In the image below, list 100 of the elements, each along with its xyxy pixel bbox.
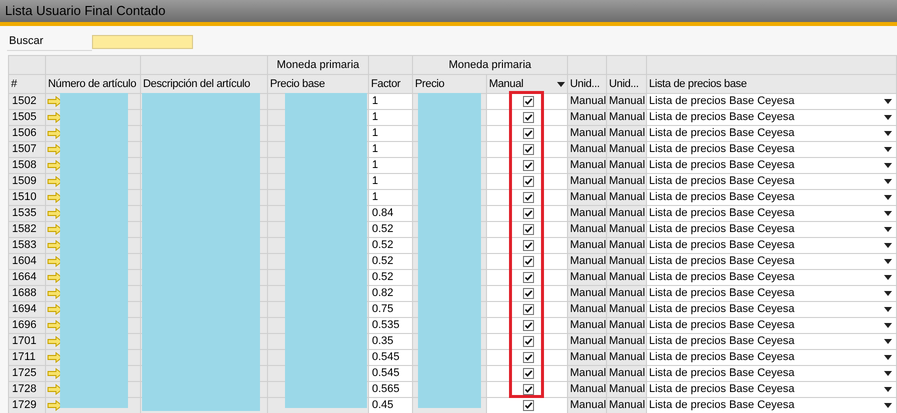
dropdown-caret-icon[interactable] <box>884 307 892 312</box>
row-number: 1583 <box>9 238 46 254</box>
price-list-dropdown[interactable]: Lista de precios Base Ceyesa <box>647 142 897 158</box>
price-list-dropdown[interactable]: Lista de precios Base Ceyesa <box>647 366 897 382</box>
checkbox[interactable] <box>522 320 534 331</box>
sort-caret-icon[interactable] <box>557 82 565 86</box>
factor-cell[interactable]: 0.52 <box>369 270 413 286</box>
checkbox[interactable] <box>522 160 534 171</box>
checkbox[interactable] <box>522 352 534 363</box>
dropdown-caret-icon[interactable] <box>884 371 892 376</box>
dropdown-caret-icon[interactable] <box>884 355 892 360</box>
column-header[interactable]: Número de artículo <box>46 75 141 94</box>
checkbox[interactable] <box>522 112 534 123</box>
price-list-dropdown[interactable]: Lista de precios Base Ceyesa <box>647 126 897 142</box>
column-header[interactable]: Factor <box>369 75 413 94</box>
factor-cell[interactable]: 0.35 <box>369 334 413 350</box>
checkbox[interactable] <box>522 304 534 315</box>
factor-cell[interactable]: 1 <box>369 174 413 190</box>
price-list-dropdown[interactable]: Lista de precios Base Ceyesa <box>647 254 897 270</box>
checkbox[interactable] <box>522 128 534 139</box>
column-header[interactable]: Descripción del artículo <box>141 75 268 94</box>
factor-cell[interactable]: 0.565 <box>369 382 413 398</box>
factor-cell[interactable]: 0.82 <box>369 286 413 302</box>
checkbox[interactable] <box>522 96 534 107</box>
dropdown-caret-icon[interactable] <box>884 99 892 104</box>
dropdown-caret-icon[interactable] <box>884 227 892 232</box>
dropdown-caret-icon[interactable] <box>884 387 892 392</box>
price-list-dropdown[interactable]: Lista de precios Base Ceyesa <box>647 382 897 398</box>
checkbox[interactable] <box>522 240 534 251</box>
column-header[interactable]: Lista de precios base <box>647 75 897 94</box>
checkbox[interactable] <box>522 400 534 411</box>
factor-cell[interactable]: 0.75 <box>369 302 413 318</box>
checkbox[interactable] <box>522 256 534 267</box>
dropdown-caret-icon[interactable] <box>884 163 892 168</box>
price-list-dropdown[interactable]: Lista de precios Base Ceyesa <box>647 318 897 334</box>
checkbox[interactable] <box>522 288 534 299</box>
dropdown-caret-icon[interactable] <box>884 147 892 152</box>
checkbox[interactable] <box>522 176 534 187</box>
dropdown-caret-icon[interactable] <box>884 339 892 344</box>
dropdown-caret-icon[interactable] <box>884 275 892 280</box>
price-list-dropdown[interactable]: Lista de precios Base Ceyesa <box>647 334 897 350</box>
price-list-dropdown[interactable]: Lista de precios Base Ceyesa <box>647 270 897 286</box>
table-cell: Manual <box>568 318 607 334</box>
checkbox[interactable] <box>522 192 534 203</box>
checkbox[interactable] <box>522 144 534 155</box>
dropdown-caret-icon[interactable] <box>884 179 892 184</box>
column-header[interactable]: Manual <box>487 75 568 94</box>
table-cell: Manual <box>568 270 607 286</box>
factor-cell[interactable]: 0.45 <box>369 398 413 413</box>
column-header[interactable]: Unid... <box>607 75 647 94</box>
factor-cell[interactable]: 1 <box>369 110 413 126</box>
table-cell: Manual <box>568 94 607 110</box>
factor-cell[interactable]: 1 <box>369 94 413 110</box>
price-list-dropdown[interactable]: Lista de precios Base Ceyesa <box>647 350 897 366</box>
price-list-dropdown[interactable]: Lista de precios Base Ceyesa <box>647 398 897 413</box>
group-header: Moneda primaria <box>268 56 369 75</box>
factor-cell[interactable]: 1 <box>369 142 413 158</box>
factor-cell[interactable]: 0.52 <box>369 222 413 238</box>
price-list-dropdown[interactable]: Lista de precios Base Ceyesa <box>647 190 897 206</box>
checkbox[interactable] <box>522 224 534 235</box>
checkbox[interactable] <box>522 336 534 347</box>
factor-cell[interactable]: 1 <box>369 126 413 142</box>
dropdown-caret-icon[interactable] <box>884 211 892 216</box>
dropdown-caret-icon[interactable] <box>884 243 892 248</box>
price-list-dropdown[interactable]: Lista de precios Base Ceyesa <box>647 174 897 190</box>
price-list-dropdown[interactable]: Lista de precios Base Ceyesa <box>647 110 897 126</box>
table-cell: Manual <box>607 174 647 190</box>
price-list-dropdown[interactable]: Lista de precios Base Ceyesa <box>647 238 897 254</box>
price-list-dropdown[interactable]: Lista de precios Base Ceyesa <box>647 222 897 238</box>
dropdown-caret-icon[interactable] <box>884 323 892 328</box>
price-list-dropdown[interactable]: Lista de precios Base Ceyesa <box>647 94 897 110</box>
checkbox[interactable] <box>522 208 534 219</box>
table-cell: Manual <box>607 158 647 174</box>
column-header[interactable]: Precio base <box>268 75 369 94</box>
checkbox[interactable] <box>522 368 534 379</box>
dropdown-caret-icon[interactable] <box>884 403 892 408</box>
price-list-dropdown[interactable]: Lista de precios Base Ceyesa <box>647 286 897 302</box>
dropdown-caret-icon[interactable] <box>884 115 892 120</box>
factor-cell[interactable]: 0.545 <box>369 366 413 382</box>
column-header[interactable]: Unid... <box>568 75 607 94</box>
dropdown-caret-icon[interactable] <box>884 131 892 136</box>
checkbox[interactable] <box>522 272 534 283</box>
factor-cell[interactable]: 0.52 <box>369 254 413 270</box>
search-field[interactable] <box>92 35 193 49</box>
column-header[interactable]: # <box>9 75 46 94</box>
dropdown-caret-icon[interactable] <box>884 259 892 264</box>
factor-cell[interactable]: 0.52 <box>369 238 413 254</box>
dropdown-caret-icon[interactable] <box>884 195 892 200</box>
table-cell: Manual <box>568 158 607 174</box>
factor-cell[interactable]: 1 <box>369 190 413 206</box>
dropdown-caret-icon[interactable] <box>884 291 892 296</box>
column-header[interactable]: Precio <box>413 75 487 94</box>
factor-cell[interactable]: 0.545 <box>369 350 413 366</box>
factor-cell[interactable]: 1 <box>369 158 413 174</box>
factor-cell[interactable]: 0.535 <box>369 318 413 334</box>
checkbox[interactable] <box>522 384 534 395</box>
price-list-dropdown[interactable]: Lista de precios Base Ceyesa <box>647 302 897 318</box>
price-list-dropdown[interactable]: Lista de precios Base Ceyesa <box>647 158 897 174</box>
factor-cell[interactable]: 0.84 <box>369 206 413 222</box>
price-list-dropdown[interactable]: Lista de precios Base Ceyesa <box>647 206 897 222</box>
